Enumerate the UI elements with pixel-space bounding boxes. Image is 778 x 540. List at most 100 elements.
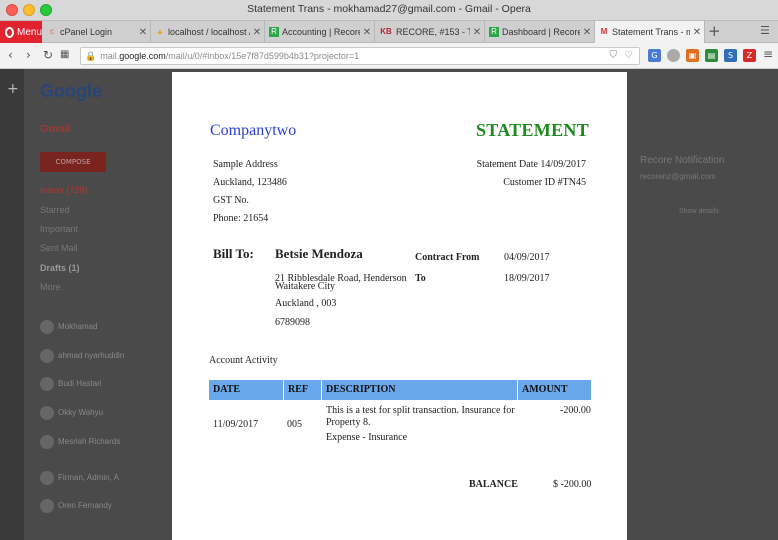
sender-title: Recore Notification: [640, 155, 725, 166]
close-tab-icon[interactable]: ✕: [470, 27, 484, 38]
opera-logo-icon: [5, 26, 14, 38]
close-tab-icon[interactable]: ✕: [136, 27, 150, 38]
translate-extension-icon[interactable]: G: [648, 49, 661, 62]
column-header-description: DESCRIPTION: [321, 380, 517, 400]
tab-bar: Menu c cPanel Login ✕ ▲ localhost / loca…: [0, 21, 778, 43]
avatar: [40, 435, 54, 449]
row-description-line: This is a test for split transaction. In…: [326, 405, 515, 416]
customer-name: Betsie Mendoza: [275, 246, 363, 261]
contract-to-value: 18/09/2017: [504, 273, 550, 284]
avatar: [40, 471, 54, 485]
statement-document: Companytwo STATEMENT Sample Address Auck…: [172, 72, 627, 540]
statement-date: Statement Date 14/09/2017: [476, 159, 586, 170]
company-address-line: Sample Address: [213, 159, 278, 170]
contact-item[interactable]: Budi Hastari: [40, 377, 102, 391]
compose-button[interactable]: COMPOSE: [40, 152, 106, 172]
tab-cpanel[interactable]: c cPanel Login ✕: [43, 21, 151, 43]
cpanel-icon: c: [50, 27, 54, 36]
avatar: [40, 349, 54, 363]
contact-item[interactable]: ahmad nyarhuddin: [40, 349, 124, 363]
contact-item[interactable]: Firman, Admin, A: [40, 471, 119, 485]
avatar: [40, 377, 54, 391]
tab-label: cPanel Login: [60, 27, 113, 37]
activity-table-header: DATE REF DESCRIPTION AMOUNT: [209, 380, 591, 400]
folder-starred[interactable]: Starred: [40, 205, 70, 215]
kb-icon: KB: [380, 27, 392, 36]
folder-inbox[interactable]: Inbox (728): [40, 185, 88, 195]
gmail-label[interactable]: Gmail: [40, 123, 71, 135]
contact-name: Budi Hastari: [58, 379, 102, 389]
folder-more[interactable]: More: [40, 282, 61, 292]
heart-bookmark-icon[interactable]: ♡: [624, 50, 633, 61]
sync-extension-icon[interactable]: S: [724, 49, 737, 62]
row-description-line: Expense - Insurance: [326, 432, 408, 443]
gmail-icon: M: [600, 27, 608, 36]
contact-name: Mesriah Richards: [58, 437, 121, 447]
address-bar: ‹ › ↻ ▦ 🔒 mail. google.com/mail/u/0/#inbo…: [0, 43, 778, 69]
tab-label: Dashboard | Recore: [502, 27, 580, 37]
back-arrow-icon[interactable]: ‹: [8, 48, 13, 62]
account-activity-heading: Account Activity: [209, 355, 278, 366]
tab-statement-gmail[interactable]: M Statement Trans - mokh ✕: [595, 21, 705, 43]
tab-recore-transaction[interactable]: KB RECORE, #153 - Transact ✕: [375, 21, 485, 43]
row-amount: -200.00: [560, 405, 591, 416]
url-prefix: mail.: [100, 51, 120, 61]
avatar: [40, 406, 54, 420]
tab-menu-icon[interactable]: ☰: [760, 24, 770, 37]
contract-to-label: To: [415, 273, 426, 284]
opera-menu-button[interactable]: Menu: [0, 21, 42, 43]
tab-localhost[interactable]: ▲ localhost / localhost / ur ✕: [151, 21, 265, 43]
contact-item[interactable]: Mesriah Richards: [40, 435, 120, 449]
customer-id: Customer ID #TN45: [503, 177, 586, 188]
google-logo: Google: [40, 81, 102, 101]
customer-address-line: Auckland , 003: [275, 298, 337, 309]
window-titlebar: Statement Trans - mokhamad27@gmail.com -…: [0, 0, 778, 21]
url-host: google.com: [119, 51, 166, 61]
balance-value: $ -200.00: [553, 479, 592, 490]
bill-to-label: Bill To:: [213, 246, 254, 261]
tab-label: Statement Trans - mokh: [612, 27, 690, 37]
close-tab-icon[interactable]: ✕: [580, 27, 594, 38]
tab-label: RECORE, #153 - Transact: [396, 27, 470, 37]
rss-extension-icon[interactable]: ▣: [686, 49, 699, 62]
tab-accounting[interactable]: R Accounting | Recore ✕: [265, 21, 375, 43]
contacts-header[interactable]: Mokhamad: [40, 320, 98, 334]
contacts-header-name: Mokhamad: [58, 322, 98, 332]
new-tab-plus-icon[interactable]: +: [708, 22, 721, 40]
folder-sent[interactable]: Sent Mail: [40, 243, 78, 253]
tab-dashboard[interactable]: R Dashboard | Recore ✕: [485, 21, 595, 43]
close-tab-icon[interactable]: ✕: [690, 27, 704, 38]
contact-name: ahmad nyarhuddin: [58, 351, 125, 361]
reload-icon[interactable]: ↻: [43, 48, 53, 62]
folder-important[interactable]: Important: [40, 224, 78, 234]
tab-label: localhost / localhost / ur: [168, 27, 250, 37]
row-description-line: Property 8.: [326, 417, 371, 428]
avatar: [40, 320, 54, 334]
contact-item[interactable]: Okky Wahyu: [40, 406, 103, 420]
balance-label: BALANCE: [469, 479, 518, 490]
add-sidebar-icon[interactable]: +: [7, 81, 19, 97]
column-header-amount: AMOUNT: [517, 380, 591, 400]
folder-drafts[interactable]: Drafts (1): [40, 263, 80, 273]
company-address-line: Phone: 21654: [213, 213, 269, 224]
contact-name: Firman, Admin, A: [58, 473, 119, 483]
contact-item[interactable]: Oren Fernandy: [40, 499, 112, 513]
forward-arrow-icon[interactable]: ›: [26, 48, 31, 62]
close-tab-icon[interactable]: ✕: [360, 27, 374, 38]
lock-icon: 🔒: [85, 50, 97, 61]
shield-icon[interactable]: ⛉: [610, 50, 618, 61]
speed-dial-grid-icon[interactable]: ▦: [60, 49, 69, 60]
url-field[interactable]: 🔒 mail. google.com/mail/u/0/#inbox/15e7f8…: [80, 47, 640, 65]
recore-icon: R: [269, 27, 279, 37]
browser-menu-icon[interactable]: ≡: [763, 47, 773, 61]
company-address-line: Auckland, 123486: [213, 177, 287, 188]
company-address-line: GST No.: [213, 195, 249, 206]
green-extension-icon[interactable]: ▤: [705, 49, 718, 62]
show-details-link[interactable]: Show details: [679, 208, 719, 215]
red-extension-icon[interactable]: Z: [743, 49, 756, 62]
sender-email: recorenz@gmail.com: [640, 172, 716, 181]
customer-phone: 6789098: [275, 317, 310, 328]
opera-sidebar: +: [0, 69, 24, 540]
extension-circle-icon[interactable]: [667, 49, 680, 62]
close-tab-icon[interactable]: ✕: [250, 27, 264, 38]
